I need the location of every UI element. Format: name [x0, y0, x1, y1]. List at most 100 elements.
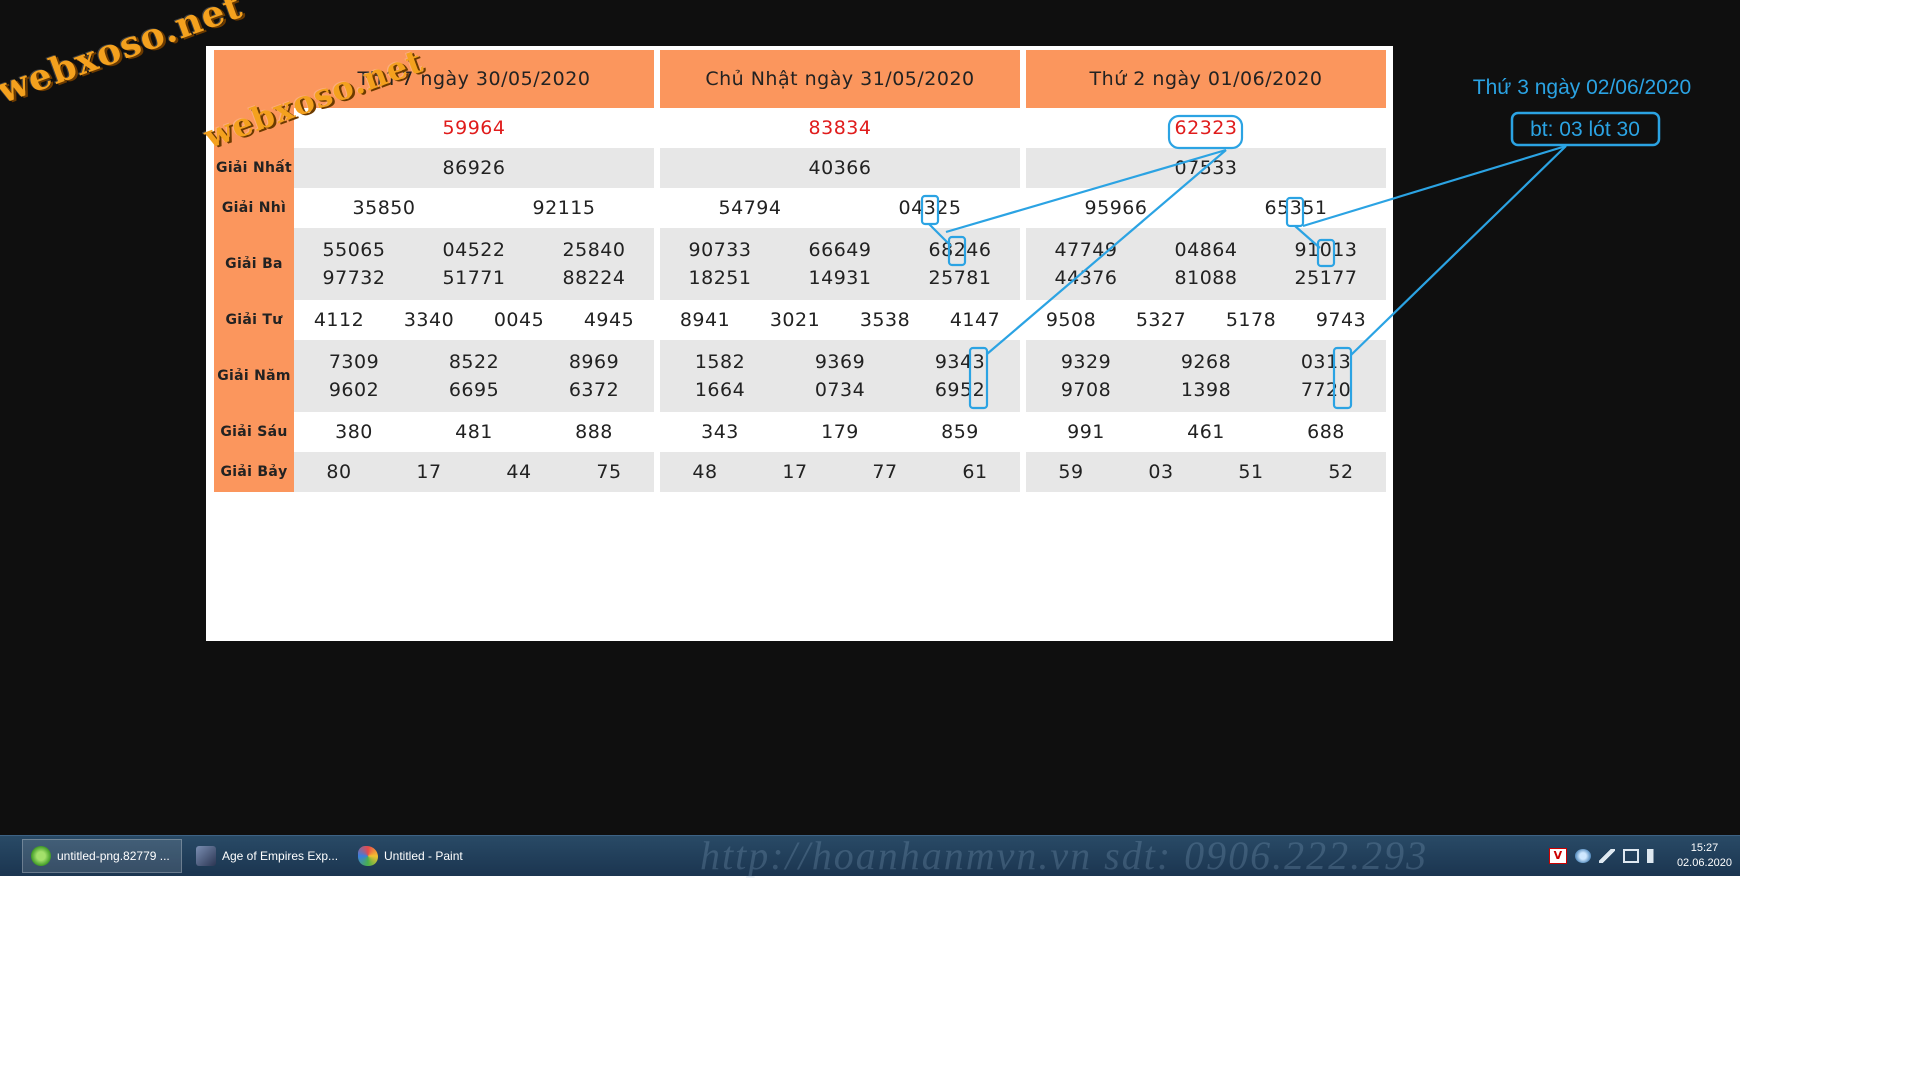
prize-tu: 3340: [403, 309, 455, 331]
prize-tu: 4945: [583, 309, 635, 331]
prize-nam: 0734: [814, 379, 866, 401]
prize-bay: 61: [962, 461, 988, 483]
prize-nam: 9268: [1180, 351, 1232, 373]
prize-bay: 17: [782, 461, 808, 483]
prize-sau: 179: [821, 421, 859, 443]
taskbar-item-label: untitled-png.82779 ...: [57, 849, 170, 863]
prize-nhat: 40366: [660, 148, 1020, 188]
speaker-icon[interactable]: [1646, 849, 1663, 863]
prize-sau: 888: [575, 421, 613, 443]
prize-sau: 380: [335, 421, 373, 443]
clock-time: 15:27: [1690, 842, 1719, 854]
date-header: Thứ 2 ngày 01/06/2020: [1026, 50, 1386, 108]
prize-nam: 6952: [934, 379, 986, 401]
prize-nam: 7720: [1300, 379, 1352, 401]
prize-ba: 68246: [928, 239, 992, 261]
prize-nam: 6372: [568, 379, 620, 401]
taskbar-item-paint[interactable]: Untitled - Paint: [350, 839, 505, 873]
prize-sau: 343: [701, 421, 739, 443]
taskbar-item-aoe[interactable]: Age of Empires Exp...: [188, 839, 343, 873]
prize-sau: 859: [941, 421, 979, 443]
prize-nam: 0313: [1300, 351, 1352, 373]
prize-nam: 1664: [694, 379, 746, 401]
prize-ba: 44376: [1054, 267, 1118, 289]
prize-nhi: 65351: [1264, 197, 1328, 219]
network-icon[interactable]: [1574, 849, 1591, 863]
prize-ba: 25840: [562, 239, 626, 261]
label-nam: Giải Năm: [214, 340, 294, 412]
prize-nam: 9329: [1060, 351, 1112, 373]
prize-tu: 4147: [949, 309, 1001, 331]
prize-tu: 8941: [679, 309, 731, 331]
prize-ba: 81088: [1174, 267, 1238, 289]
results-table-2: Chủ Nhật ngày 31/05/2020 83834 40366 547…: [660, 50, 1020, 492]
prize-sau: 991: [1067, 421, 1105, 443]
prize-bay: 03: [1148, 461, 1174, 483]
results-table-3: Thứ 2 ngày 01/06/2020 62323 07533 95966 …: [1026, 50, 1386, 492]
date-header: Chủ Nhật ngày 31/05/2020: [660, 50, 1020, 108]
label-ba: Giải Ba: [214, 228, 294, 300]
prize-nam: 8969: [568, 351, 620, 373]
prize-nam: 8522: [448, 351, 500, 373]
monitor-icon[interactable]: [1622, 849, 1639, 863]
prize-bay: 77: [872, 461, 898, 483]
prize-nam: 9369: [814, 351, 866, 373]
prize-nam: 7309: [328, 351, 380, 373]
pen-icon[interactable]: [1598, 849, 1615, 863]
label-bay: Giải Bảy: [214, 452, 294, 492]
label-nhat: Giải Nhất: [214, 148, 294, 188]
prize-bay: 59: [1058, 461, 1084, 483]
prize-nam: 1582: [694, 351, 746, 373]
prize-sau: 481: [455, 421, 493, 443]
prize-sau: 461: [1187, 421, 1225, 443]
prize-ba: 55065: [322, 239, 386, 261]
prize-bay: 75: [596, 461, 622, 483]
taskbar-background-text: http://hoanhanmvn.vn sdt: 0906.222.293: [700, 833, 1429, 878]
label-nhi: Giải Nhì: [214, 188, 294, 228]
prize-ba: 04864: [1174, 239, 1238, 261]
prize-bay: 80: [326, 461, 352, 483]
prize-nhi: 04325: [898, 197, 962, 219]
prize-nam: 9708: [1060, 379, 1112, 401]
prize-nhi: 35850: [352, 197, 416, 219]
taskbar-item-label: Age of Empires Exp...: [222, 849, 339, 863]
clock[interactable]: 15:27 02.06.2020: [1677, 841, 1732, 871]
prize-ba: 25781: [928, 267, 992, 289]
prize-nhat: 86926: [294, 148, 654, 188]
prize-sau: 688: [1307, 421, 1345, 443]
prize-ba: 14931: [808, 267, 872, 289]
prize-ba: 47749: [1054, 239, 1118, 261]
prize-nam: 9343: [934, 351, 986, 373]
special-prize: 62323: [1026, 108, 1386, 148]
antivirus-icon[interactable]: V: [1548, 848, 1567, 864]
prize-tu: 5178: [1225, 309, 1277, 331]
paint-icon: [358, 846, 378, 866]
clock-date: 02.06.2020: [1676, 857, 1732, 869]
prize-tu: 4112: [313, 309, 365, 331]
prize-ba: 25177: [1294, 267, 1358, 289]
taskbar-item-label: Untitled - Paint: [384, 849, 463, 863]
prize-bay: 44: [506, 461, 532, 483]
taskbar-item-greenshot[interactable]: untitled-png.82779 ...: [22, 839, 182, 873]
prize-tu: 0045: [493, 309, 545, 331]
prize-nhat: 07533: [1026, 148, 1386, 188]
prize-bay: 17: [416, 461, 442, 483]
prize-nam: 1398: [1180, 379, 1232, 401]
results-panel: Thứ 7 ngày 30/05/2020 59964 Giải Nhất 86…: [206, 46, 1393, 641]
prize-ba: 97732: [322, 267, 386, 289]
prize-nhi: 54794: [718, 197, 782, 219]
prize-bay: 48: [692, 461, 718, 483]
prize-nam: 9602: [328, 379, 380, 401]
prize-tu: 9508: [1045, 309, 1097, 331]
prize-ba: 91013: [1294, 239, 1358, 261]
aoe-icon: [196, 846, 216, 866]
prize-tu: 3021: [769, 309, 821, 331]
prize-nhi: 95966: [1084, 197, 1148, 219]
taskbar: http://hoanhanmvn.vn sdt: 0906.222.293 u…: [0, 835, 1740, 876]
special-prize: 83834: [660, 108, 1020, 148]
label-sau: Giải Sáu: [214, 412, 294, 452]
prize-nhi: 92115: [532, 197, 596, 219]
prize-ba: 88224: [562, 267, 626, 289]
prize-tu: 3538: [859, 309, 911, 331]
special-prize: 59964: [294, 108, 654, 148]
